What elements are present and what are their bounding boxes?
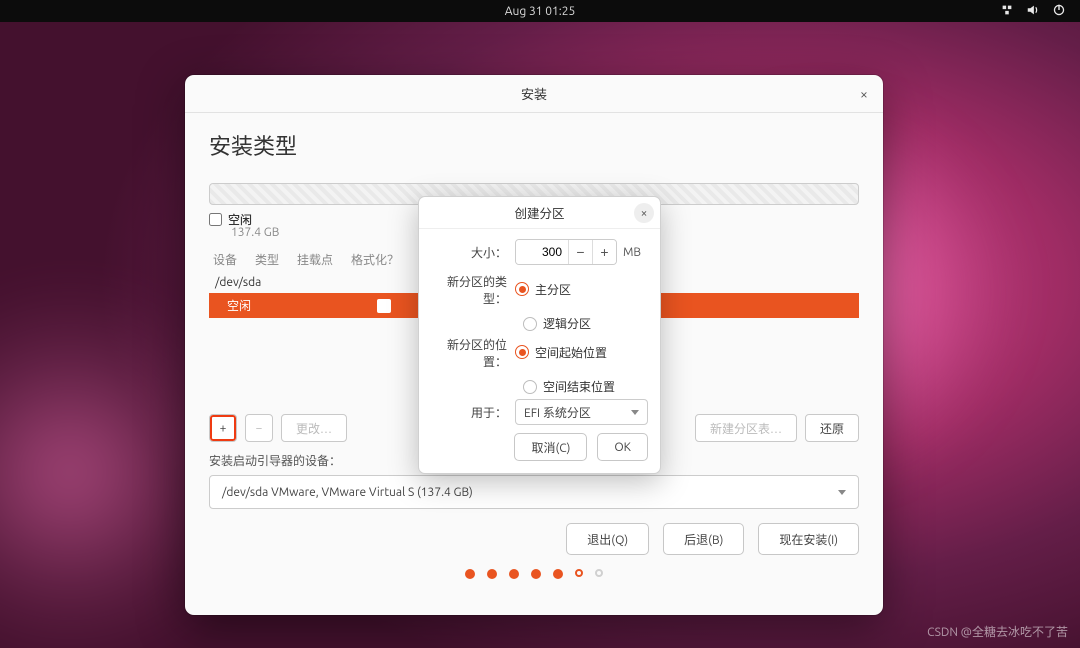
radio-primary[interactable]: 主分区 (515, 281, 571, 298)
radio-primary-label: 主分区 (535, 281, 571, 298)
window-title: 安装 (521, 84, 547, 103)
format-checkbox[interactable] (377, 299, 391, 313)
radio-begin-label: 空间起始位置 (535, 344, 607, 361)
clock: Aug 31 01:25 (505, 5, 576, 18)
watermark: CSDN @全糖去冰吃不了苦 (927, 623, 1068, 640)
step-dot (553, 569, 563, 579)
size-stepper[interactable]: − + (515, 239, 617, 265)
revert-button[interactable]: 还原 (805, 414, 859, 442)
step-dot (595, 569, 603, 577)
create-partition-dialog: 创建分区 × 大小： − + MB 新分区的类型： 主分区 逻辑分区 新分区的位… (418, 196, 661, 474)
chevron-down-icon (838, 490, 846, 495)
radio-icon (515, 345, 529, 359)
dialog-title: 创建分区 (514, 203, 564, 222)
radio-location-end[interactable]: 空间结束位置 (523, 378, 648, 395)
plus-icon: + (220, 422, 227, 435)
system-tray (1000, 0, 1066, 22)
size-input[interactable] (516, 240, 568, 264)
top-bar: Aug 31 01:25 (0, 0, 1080, 22)
step-dot (465, 569, 475, 579)
use-select[interactable]: EFI 系统分区 (515, 399, 648, 425)
radio-logical[interactable]: 逻辑分区 (523, 315, 648, 332)
dialog-titlebar: 创建分区 × (419, 197, 660, 229)
step-pager (209, 569, 859, 579)
location-label: 新分区的位置： (431, 336, 515, 370)
network-icon[interactable] (1000, 3, 1014, 20)
new-table-button: 新建分区表… (695, 414, 797, 442)
install-now-button[interactable]: 现在安装(I) (758, 523, 859, 555)
radio-icon (515, 282, 529, 296)
free-cell: 空闲 (227, 297, 251, 314)
chevron-down-icon (631, 410, 639, 415)
page-heading: 安装类型 (209, 129, 859, 161)
size-increment[interactable]: + (592, 240, 616, 264)
size-label: 大小： (431, 244, 515, 261)
col-mount: 挂载点 (297, 251, 333, 268)
use-value: EFI 系统分区 (524, 404, 591, 421)
step-dot (487, 569, 497, 579)
use-label: 用于： (431, 404, 515, 421)
power-icon[interactable] (1052, 3, 1066, 20)
device-cell: /dev/sda (215, 276, 261, 289)
step-dot (509, 569, 519, 579)
type-label: 新分区的类型： (431, 273, 515, 307)
radio-location-begin[interactable]: 空间起始位置 (515, 344, 607, 361)
size-decrement[interactable]: − (568, 240, 592, 264)
back-button[interactable]: 后退(B) (663, 523, 744, 555)
radio-logical-label: 逻辑分区 (543, 315, 591, 332)
dialog-close-icon[interactable]: × (634, 203, 654, 223)
step-dot (531, 569, 541, 579)
dialog-cancel-button[interactable]: 取消(C) (514, 433, 587, 461)
volume-icon[interactable] (1026, 3, 1040, 20)
step-dot-current (575, 569, 583, 577)
size-unit: MB (623, 246, 641, 259)
quit-button[interactable]: 退出(Q) (566, 523, 649, 555)
disk-checkbox[interactable] (209, 213, 222, 226)
dialog-ok-button[interactable]: OK (597, 433, 648, 461)
col-format: 格式化？ (351, 251, 399, 268)
radio-icon (523, 380, 537, 394)
window-titlebar: 安装 × (185, 75, 883, 113)
radio-end-label: 空间结束位置 (543, 378, 615, 395)
minus-icon: − (256, 422, 263, 435)
col-device: 设备 (213, 251, 237, 268)
disk-size: 137.4 GB (231, 226, 279, 239)
radio-icon (523, 317, 537, 331)
col-type: 类型 (255, 251, 279, 268)
remove-partition-button: − (245, 414, 273, 442)
bootloader-select[interactable]: /dev/sda VMware, VMware Virtual S (137.4… (209, 475, 859, 509)
bootloader-value: /dev/sda VMware, VMware Virtual S (137.4… (222, 486, 473, 499)
change-partition-button: 更改… (281, 414, 347, 442)
close-icon[interactable]: × (855, 85, 873, 103)
add-partition-button[interactable]: + (209, 414, 237, 442)
